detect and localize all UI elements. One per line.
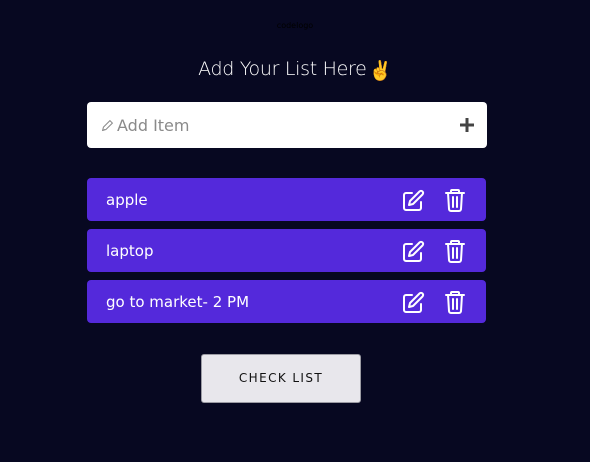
trash-icon[interactable] [444, 290, 466, 314]
trash-icon[interactable] [444, 188, 466, 212]
add-item-form [87, 102, 487, 148]
list-item: apple [87, 178, 486, 221]
list-item-label: laptop [106, 242, 154, 260]
list-item: laptop [87, 229, 486, 272]
victory-hand-icon: ✌ [368, 60, 392, 82]
list-item: go to market- 2 PM [87, 280, 486, 323]
edit-icon[interactable] [401, 240, 425, 264]
trash-icon[interactable] [444, 239, 466, 263]
list-item-label: apple [106, 191, 148, 209]
edit-icon[interactable] [401, 291, 425, 315]
add-item-input[interactable] [99, 102, 439, 148]
page-title-text: Add Your List Here [198, 58, 367, 80]
todo-list: apple laptop go to market- 2 PM [87, 178, 486, 331]
page-title: Add Your List Here ✌ [0, 55, 590, 85]
list-item-label: go to market- 2 PM [106, 293, 250, 311]
app-logo: codelogo [276, 21, 314, 30]
plus-icon[interactable] [457, 115, 477, 135]
edit-icon[interactable] [401, 189, 425, 213]
check-list-button[interactable]: CHECK LIST [201, 354, 361, 403]
